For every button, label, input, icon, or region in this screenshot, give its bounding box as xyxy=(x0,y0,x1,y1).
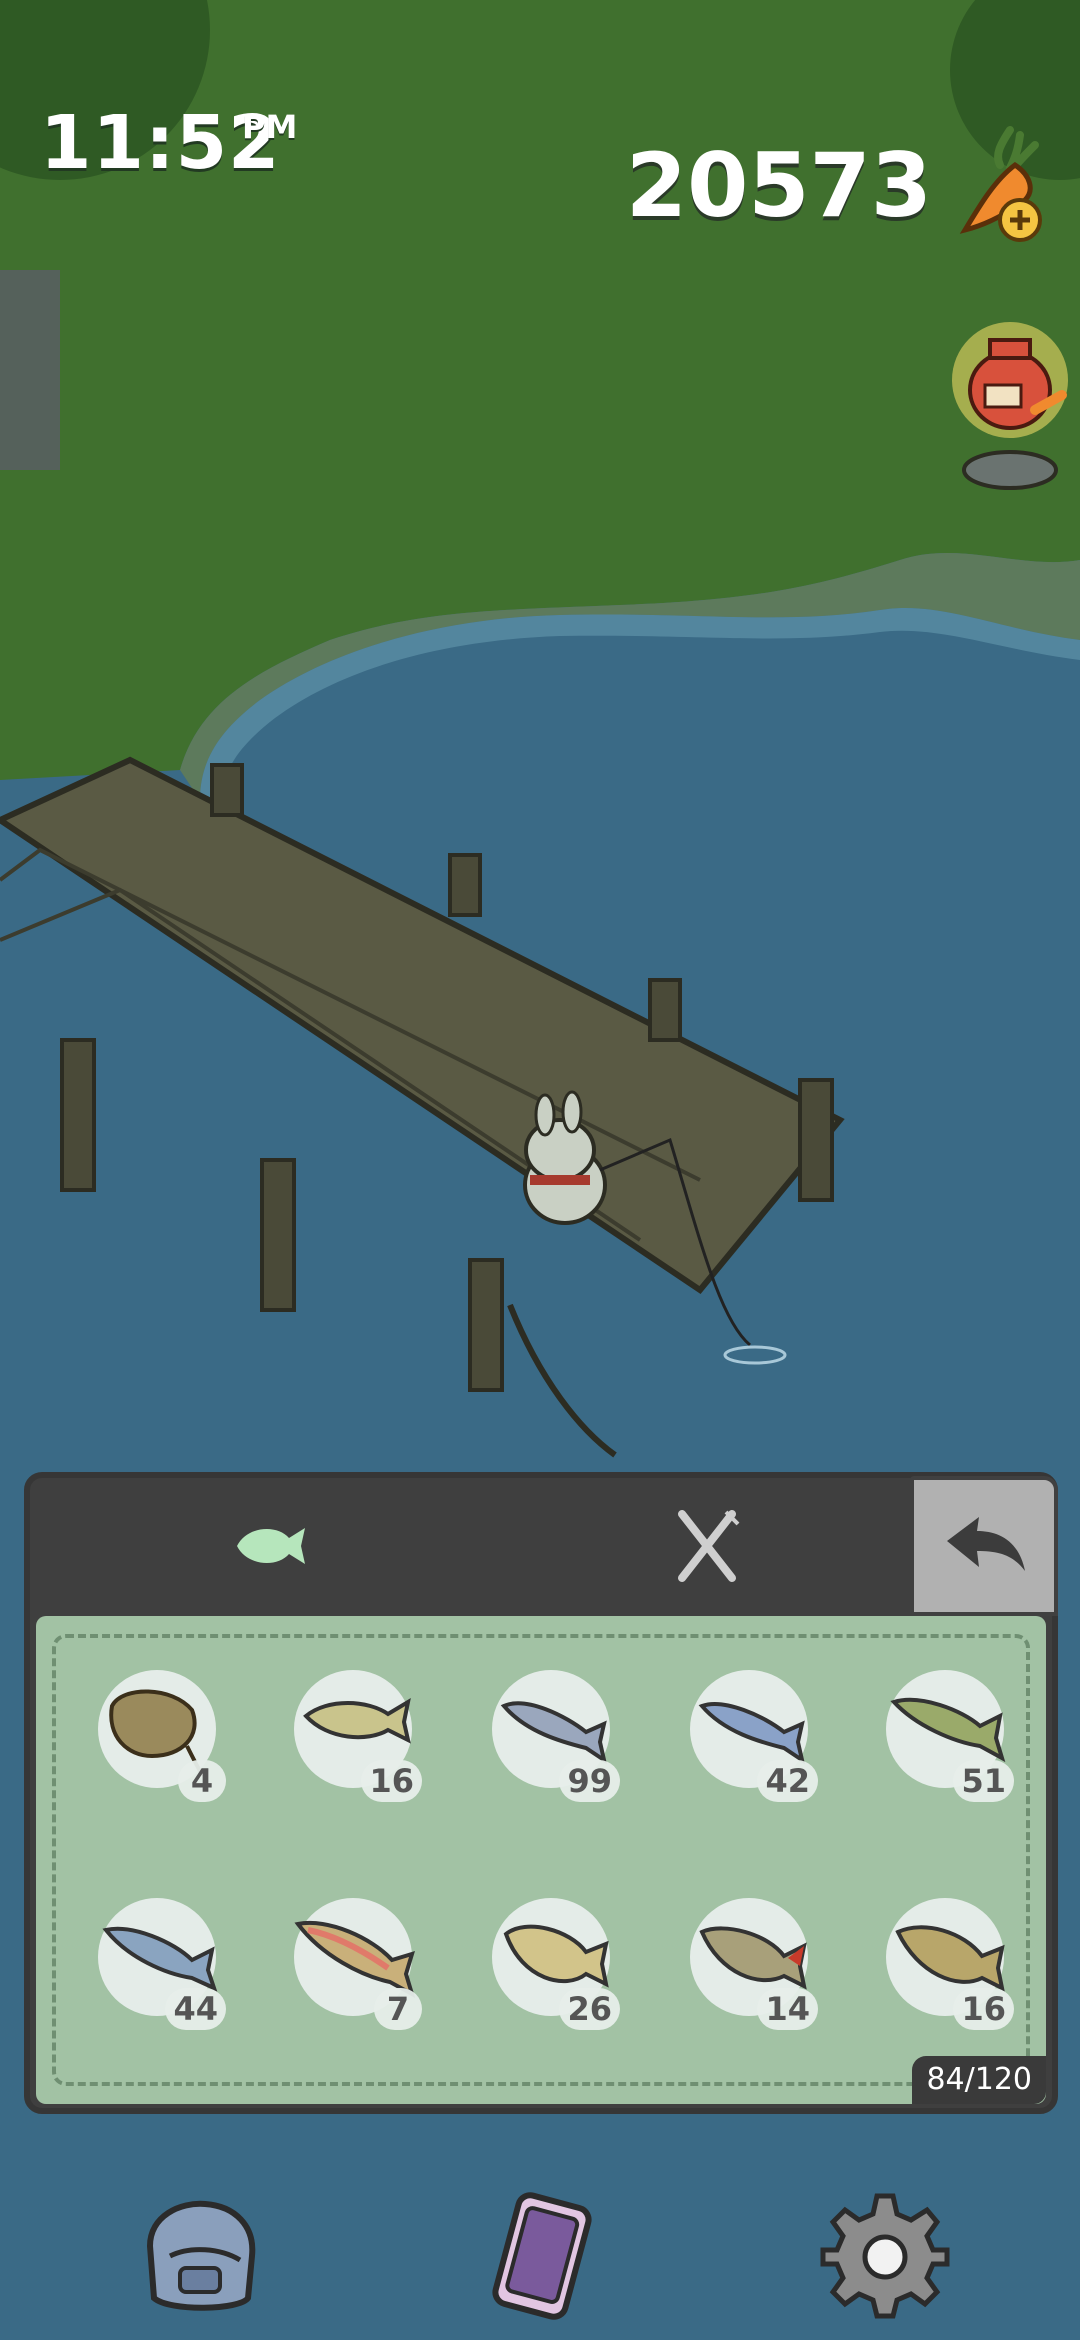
gear-icon[interactable] xyxy=(815,2186,955,2326)
tab-fish[interactable] xyxy=(214,1496,324,1596)
fish-count: 14 xyxy=(757,1988,818,2030)
fish-count: 26 xyxy=(559,1988,620,2030)
fish-inventory-panel: 4 16 99 42 51 44 7 26 14 16 84/120 xyxy=(24,1472,1058,2114)
fish-slot-spotted-green-fish[interactable]: 51 xyxy=(886,1670,1014,1802)
back-button[interactable] xyxy=(910,1476,1058,1616)
fish-count: 51 xyxy=(953,1760,1014,1802)
fish-count: 7 xyxy=(374,1988,422,2030)
fish-count: 44 xyxy=(165,1988,226,2030)
phone-icon[interactable] xyxy=(472,2186,612,2326)
inventory-capacity: 84/120 xyxy=(912,2056,1046,2104)
fish-slot-red-fin-fish[interactable]: 14 xyxy=(690,1898,818,2030)
panel-tab-bar xyxy=(30,1476,1058,1616)
fish-slot-rainbow-trout[interactable]: 7 xyxy=(294,1898,422,2030)
fish-count: 16 xyxy=(953,1988,1014,2030)
fish-slot-round-yellow-fish[interactable]: 26 xyxy=(492,1898,620,2030)
back-arrow-icon xyxy=(947,1517,1025,1571)
fish-count: 42 xyxy=(757,1760,818,1802)
carrot-plus-icon[interactable] xyxy=(940,120,1050,250)
backpack-icon[interactable] xyxy=(130,2186,270,2326)
carrot-currency[interactable]: 20573 xyxy=(626,120,1050,250)
fish-slot-blue-fish[interactable]: 42 xyxy=(690,1670,818,1802)
bottom-nav xyxy=(0,2150,1080,2340)
clock-ampm: PM xyxy=(242,108,298,146)
fish-count: 99 xyxy=(559,1760,620,1802)
fork-knife-icon xyxy=(678,1510,740,1582)
fish-slot-mackerel[interactable]: 44 xyxy=(98,1898,226,2030)
fish-grid: 4 16 99 42 51 44 7 26 14 16 84/120 xyxy=(36,1616,1046,2104)
fish-count: 4 xyxy=(178,1760,226,1802)
fish-slot-stingray[interactable]: 4 xyxy=(98,1670,226,1802)
carrot-count: 20573 xyxy=(625,133,932,237)
fish-count: 16 xyxy=(361,1760,422,1802)
fish-slot-yellow-fish[interactable]: 16 xyxy=(294,1670,422,1802)
tab-cooking[interactable] xyxy=(652,1496,762,1596)
fish-slot-carp[interactable]: 16 xyxy=(886,1898,1014,2030)
lucky-bag-icon[interactable] xyxy=(950,310,1070,490)
fish-slot-silver-fish[interactable]: 99 xyxy=(492,1670,620,1802)
fish-icon xyxy=(237,1528,305,1564)
